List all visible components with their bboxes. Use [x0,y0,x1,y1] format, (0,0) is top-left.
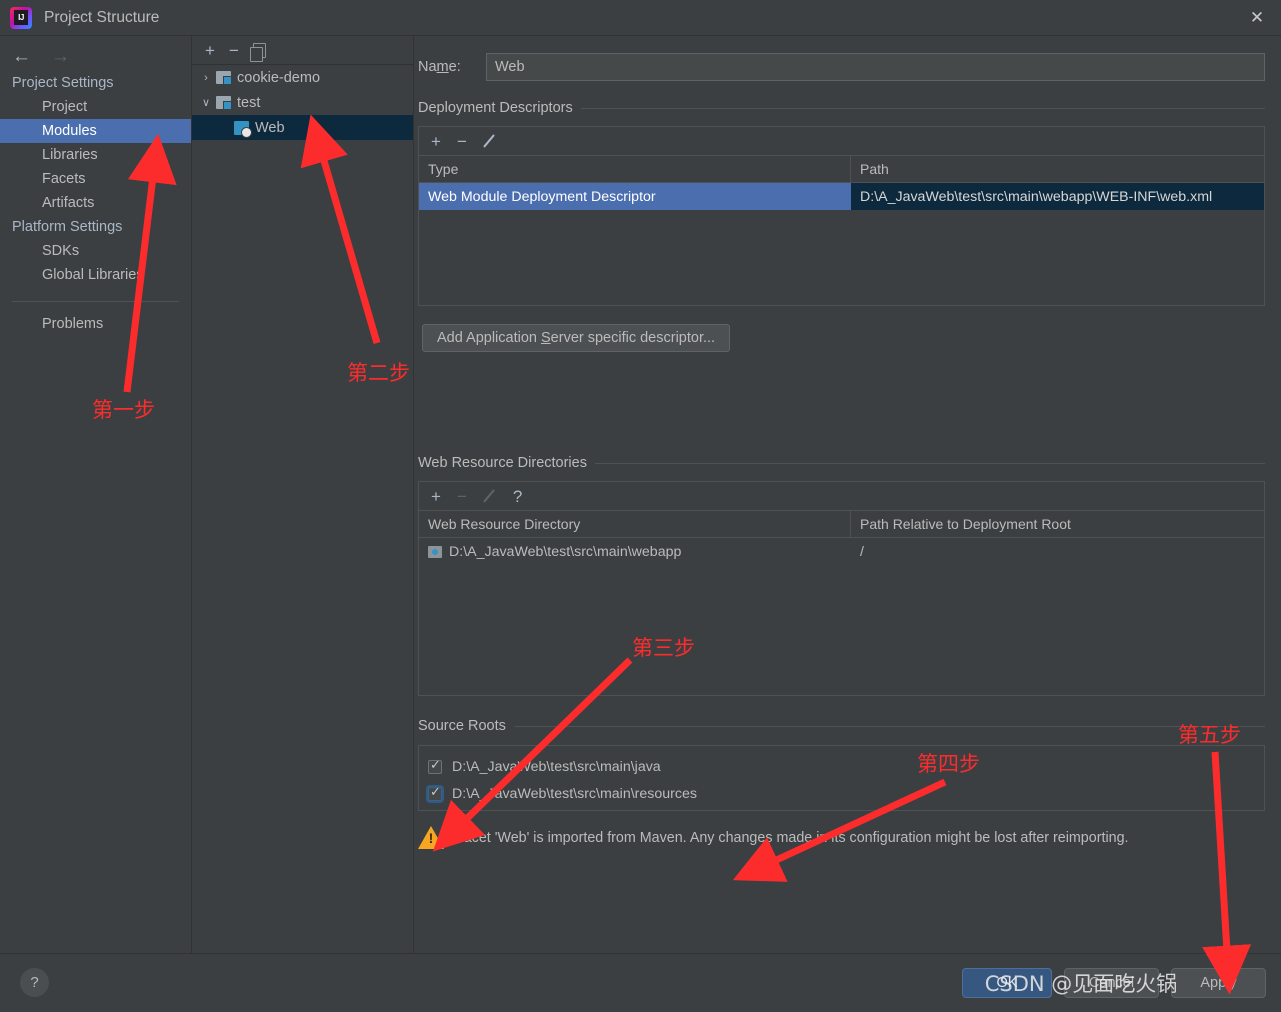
forward-arrow-icon[interactable]: → [51,47,70,66]
settings-sidebar: ← → Project Settings Project Modules Lib… [0,36,192,953]
sidebar-group-project-settings: Project Settings [12,75,114,91]
source-roots-section-title: Source Roots [418,718,1265,734]
help-button[interactable]: ? [20,968,49,997]
name-input[interactable] [486,53,1265,81]
deployment-descriptors-toolbar: + − [419,127,1264,156]
tree-node-label: cookie-demo [237,69,321,86]
add-descriptor-icon[interactable]: + [431,133,441,150]
facet-detail-panel: Name: Deployment Descriptors + − Type Pa… [414,36,1281,953]
chevron-right-icon[interactable]: › [196,72,216,84]
deployment-descriptors-header: Type Path [419,156,1264,183]
annotation-step-4: 第四步 [917,752,980,776]
web-resource-directory-cell: D:\A_JavaWeb\test\src\main\webapp [419,538,851,565]
copy-module-icon[interactable] [249,42,266,62]
sidebar-item-artifacts[interactable]: Artifacts [0,191,191,215]
watermark: CSDN @见面吃火锅 [984,972,1178,996]
deployment-descriptors-empty-area [419,210,1264,305]
sidebar-item-project[interactable]: Project [0,95,191,119]
annotation-step-1: 第一步 [92,398,155,422]
sidebar-item-facets[interactable]: Facets [0,167,191,191]
web-resource-directories-header: Web Resource Directory Path Relative to … [419,511,1264,538]
sidebar-item-libraries[interactable]: Libraries [0,143,191,167]
source-root-path: D:\A_JavaWeb\test\src\main\java [452,758,661,775]
sidebar-item-global-libraries[interactable]: Global Libraries [0,263,191,287]
list-item[interactable]: D:\A_JavaWeb\test\src\main\resources [428,780,1264,807]
source-root-checkbox[interactable] [428,785,442,801]
remove-web-resource-icon[interactable]: − [457,488,467,505]
annotation-step-2: 第二步 [347,361,410,385]
tree-node-web[interactable]: Web [192,115,413,140]
warning-triangle-icon [418,826,444,849]
module-tree-panel: + − › cookie-demo ∨ test Web [192,36,414,953]
tree-node-cookie-demo[interactable]: › cookie-demo [192,65,413,90]
project-structure-dialog: Project Structure ✕ ← → Project Settings… [0,0,1281,1012]
table-row[interactable]: D:\A_JavaWeb\test\src\main\webapp / [419,538,1264,565]
column-header-relative-path: Path Relative to Deployment Root [860,516,1071,532]
deployment-descriptors-section-title: Deployment Descriptors [418,100,1265,116]
close-icon[interactable]: ✕ [1233,0,1281,35]
annotation-step-5: 第五步 [1178,723,1241,747]
web-resource-directories-toolbar: + − ? [419,482,1264,511]
table-row[interactable]: Web Module Deployment Descriptor D:\A_Ja… [419,183,1264,210]
module-icon [216,96,232,110]
source-root-path: D:\A_JavaWeb\test\src\main\resources [452,785,697,802]
remove-descriptor-icon[interactable]: − [457,133,467,150]
intellij-idea-logo-icon [10,6,32,29]
tree-node-test[interactable]: ∨ test [192,90,413,115]
window-title: Project Structure [44,8,160,26]
chevron-down-icon[interactable]: ∨ [196,96,216,109]
facet-warning-text: Facet 'Web' is imported from Maven. Any … [455,829,1129,846]
web-resource-directories-table: + − ? Web Resource Directory Path Relati… [418,481,1265,696]
source-root-checkbox[interactable] [428,758,442,774]
add-module-icon[interactable]: + [205,42,215,59]
folder-icon [428,545,442,558]
web-resource-directories-section-title: Web Resource Directories [418,455,1265,471]
sidebar-item-problems[interactable]: Problems [0,312,191,336]
deployment-descriptors-table: + − Type Path Web Module Deployment Desc… [418,126,1265,306]
apply-button[interactable]: Apply [1171,968,1266,998]
sidebar-item-modules[interactable]: Modules [0,119,191,143]
relative-path-cell: / [860,543,864,560]
dialog-body: ← → Project Settings Project Modules Lib… [0,36,1281,953]
list-item[interactable]: D:\A_JavaWeb\test\src\main\java [428,753,1264,780]
tree-node-label: test [237,94,261,111]
remove-module-icon[interactable]: − [229,42,239,59]
sidebar-divider [12,301,179,302]
source-roots-list: D:\A_JavaWeb\test\src\main\java D:\A_Jav… [418,745,1265,811]
descriptor-path-cell: D:\A_JavaWeb\test\src\main\webapp\WEB-IN… [851,183,1264,210]
add-application-server-descriptor-button[interactable]: Add Application Server specific descript… [422,324,731,352]
annotation-step-3: 第三步 [632,636,695,660]
edit-descriptor-icon[interactable] [483,134,497,148]
name-row: Name: [418,53,1265,81]
back-arrow-icon[interactable]: ← [12,47,31,66]
sidebar-item-sdks[interactable]: SDKs [0,239,191,263]
help-web-resource-icon[interactable]: ? [513,488,522,505]
facet-warning: Facet 'Web' is imported from Maven. Any … [418,826,1265,849]
add-web-resource-icon[interactable]: + [431,488,441,505]
edit-web-resource-icon[interactable] [483,489,497,503]
web-resource-directories-empty-area [419,565,1264,695]
sidebar-nav-arrows: ← → [0,41,191,71]
sidebar-group-platform-settings: Platform Settings [12,219,123,235]
module-tree-toolbar: + − [192,36,413,65]
column-header-path: Path [860,161,889,177]
column-header-type: Type [419,156,851,182]
column-header-web-resource-directory: Web Resource Directory [419,511,851,537]
descriptor-type-cell: Web Module Deployment Descriptor [419,183,851,210]
title-bar: Project Structure ✕ [0,0,1281,36]
module-icon [216,71,232,85]
web-facet-icon [234,120,252,138]
name-label: Name: [418,59,461,75]
tree-node-label: Web [255,119,285,136]
